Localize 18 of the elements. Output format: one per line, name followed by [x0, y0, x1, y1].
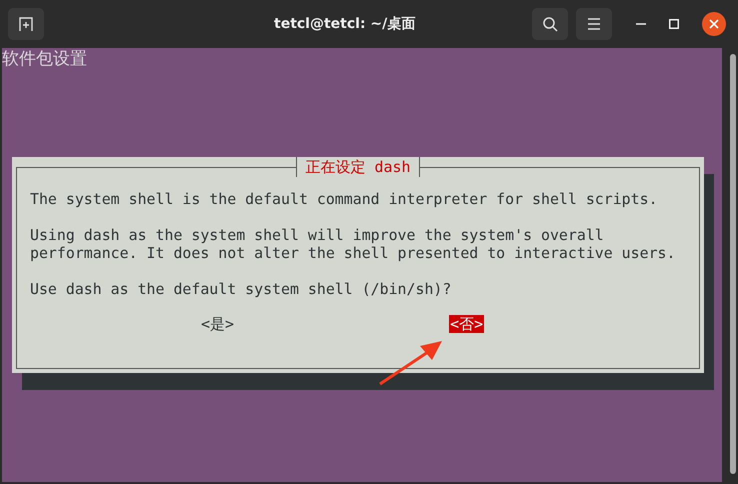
new-tab-button[interactable]	[8, 8, 44, 40]
menu-button[interactable]	[576, 8, 612, 40]
close-button[interactable]	[702, 12, 726, 36]
new-tab-icon	[18, 16, 34, 32]
search-button[interactable]	[532, 8, 568, 40]
dialog-button[interactable]: <否>	[449, 315, 484, 333]
dialog-text: The system shell is the default command interpreter for shell scripts.	[30, 190, 659, 208]
dialog-text: Using dash as the system shell will improve the system's overall performance. It does not alter the shell presented to interactive users.	[30, 226, 676, 262]
dialog-button[interactable]: <是>	[200, 315, 236, 333]
dialog-text: Use dash as the default system shell (/bin/sh)?	[30, 280, 452, 298]
window-title: tetcl@tetcl: ~/桌面	[274, 15, 416, 33]
maximize-icon	[669, 19, 679, 29]
dialog-title: 正在设定 dash	[296, 157, 420, 177]
close-icon	[709, 19, 719, 29]
search-icon	[542, 16, 558, 32]
minimize-icon	[636, 23, 646, 25]
menu-icon	[587, 18, 601, 30]
terminal-heading: 软件包设置	[2, 49, 87, 69]
